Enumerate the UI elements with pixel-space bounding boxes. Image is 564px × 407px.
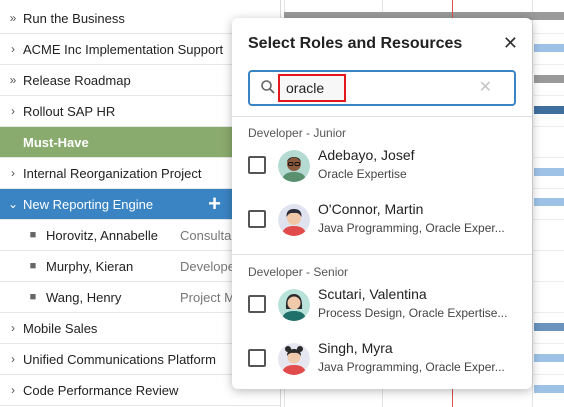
add-resource-icon[interactable]: +: [208, 193, 221, 215]
row-label: Rollout SAP HR: [23, 103, 116, 119]
resource-option[interactable]: Adebayo, Josef Oracle Expertise: [232, 141, 532, 191]
chevron-right-icon[interactable]: ›: [6, 166, 20, 180]
checkbox[interactable]: [248, 295, 266, 313]
gantt-bar[interactable]: [534, 323, 564, 331]
checkbox[interactable]: [248, 349, 266, 367]
gantt-bar[interactable]: [534, 168, 564, 176]
resource-option[interactable]: Scutari, Valentina Process Design, Oracl…: [232, 280, 532, 330]
gantt-bar[interactable]: [534, 106, 564, 114]
search-box[interactable]: ✕: [248, 70, 516, 106]
avatar: [278, 204, 310, 236]
gantt-bar[interactable]: [534, 198, 564, 206]
resource-name: Murphy, Kieran: [46, 258, 134, 274]
gantt-bar[interactable]: [534, 385, 564, 393]
resource-option[interactable]: O'Connor, Martin Java Programming, Oracl…: [232, 195, 532, 245]
resource-name: O'Connor, Martin: [318, 201, 424, 217]
resource-skills: Process Design, Oracle Expertise...: [318, 306, 508, 320]
row-label: Release Roadmap: [23, 72, 131, 88]
dialog-title: Select Roles and Resources: [248, 35, 463, 52]
resource-name: Adebayo, Josef: [318, 147, 415, 163]
double-chevron-icon[interactable]: »: [6, 11, 20, 25]
checkbox[interactable]: [248, 210, 266, 228]
close-icon[interactable]: ✕: [503, 34, 518, 52]
gantt-bar[interactable]: [534, 75, 564, 83]
chevron-right-icon[interactable]: ›: [6, 104, 20, 118]
checkbox[interactable]: [248, 156, 266, 174]
group-title-developer-senior: Developer - Senior: [248, 265, 349, 279]
gantt-bar[interactable]: [534, 354, 564, 362]
resource-skills: Oracle Expertise: [318, 167, 407, 181]
person-icon: ■: [29, 260, 37, 272]
resource-name: Wang, Henry: [46, 289, 122, 305]
grid-line: [532, 0, 533, 407]
row-label: Run the Business: [23, 10, 125, 26]
row-label: Code Performance Review: [23, 382, 179, 398]
row-label: ACME Inc Implementation Support: [23, 41, 224, 57]
row-label: New Reporting Engine: [23, 196, 154, 212]
search-icon: [261, 80, 275, 94]
search-input[interactable]: [286, 78, 436, 98]
gantt-bar[interactable]: [534, 44, 564, 52]
chevron-right-icon[interactable]: ›: [6, 352, 20, 366]
avatar: [278, 343, 310, 375]
row-label: Unified Communications Platform: [23, 351, 216, 367]
resource-name: Horovitz, Annabelle: [46, 227, 159, 243]
chevron-right-icon[interactable]: ›: [6, 321, 20, 335]
chevron-right-icon[interactable]: ›: [6, 383, 20, 397]
avatar: [278, 289, 310, 321]
resource-skills: Java Programming, Oracle Exper...: [318, 221, 505, 235]
resource-skills: Java Programming, Oracle Exper...: [318, 360, 505, 374]
chevron-right-icon[interactable]: ›: [6, 42, 20, 56]
person-icon: ■: [29, 229, 37, 241]
select-roles-dialog: Select Roles and Resources ✕ ✕ Developer…: [232, 18, 532, 389]
avatar: [278, 150, 310, 182]
clear-search-icon[interactable]: ✕: [479, 79, 492, 97]
divider: [232, 116, 532, 117]
group-title-developer-junior: Developer - Junior: [248, 126, 347, 140]
double-chevron-icon[interactable]: »: [6, 73, 20, 87]
resource-name: Scutari, Valentina: [318, 286, 427, 302]
resource-option[interactable]: Singh, Myra Java Programming, Oracle Exp…: [232, 334, 532, 384]
resource-name: Singh, Myra: [318, 340, 393, 356]
chevron-down-icon[interactable]: ⌄: [6, 197, 20, 211]
row-label: Internal Reorganization Project: [23, 165, 202, 181]
divider: [232, 254, 532, 255]
person-icon: ■: [29, 291, 37, 303]
row-label: Must-Have: [23, 134, 89, 150]
row-label: Mobile Sales: [23, 320, 98, 336]
